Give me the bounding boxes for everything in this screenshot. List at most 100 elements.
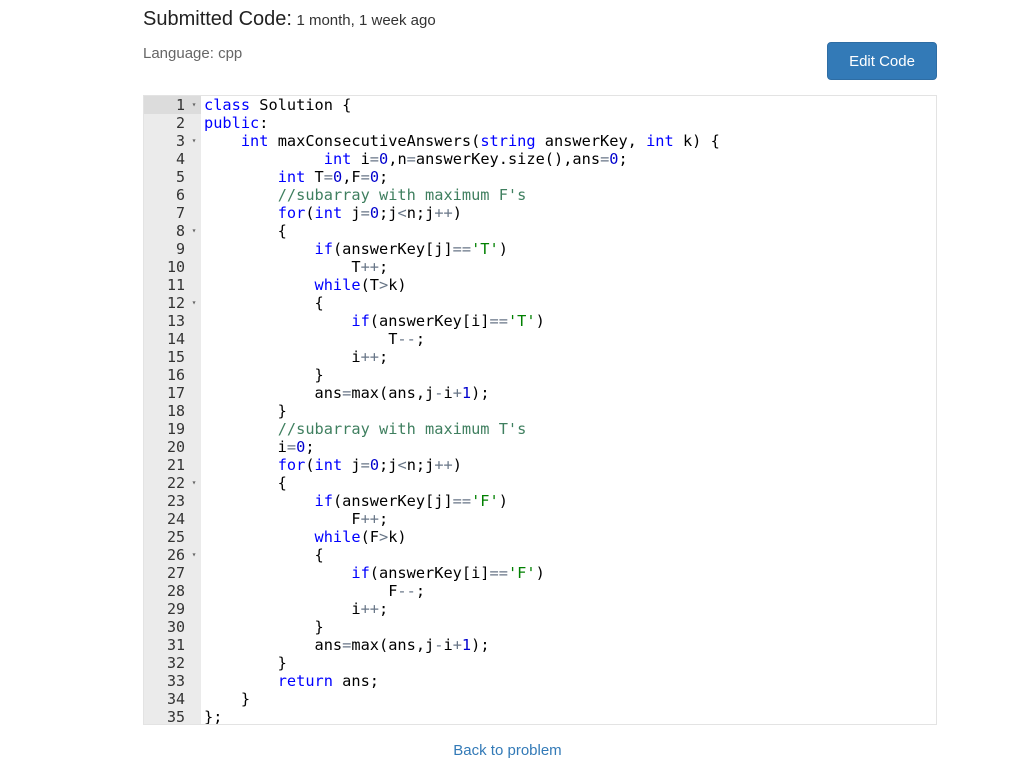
code-text: } — [204, 654, 287, 672]
line-number: 1 — [175, 96, 185, 114]
code-line: 26 ▾ { — [144, 546, 936, 564]
code-line: 5 int T=0,F=0; — [144, 168, 936, 186]
line-number: 23 — [166, 492, 185, 510]
code-line: 12 ▾ { — [144, 294, 936, 312]
fold-toggle-icon[interactable]: ▾ — [189, 546, 199, 564]
line-number: 25 — [166, 528, 185, 546]
code-line: 21 for(int j=0;j<n;j++) — [144, 456, 936, 474]
page-title: Submitted Code: — [143, 8, 292, 30]
line-number: 24 — [166, 510, 185, 528]
code-line: 23 if(answerKey[j]=='F') — [144, 492, 936, 510]
code-line: 31 ans=max(ans,j-i+1); — [144, 636, 936, 654]
code-line: 13 if(answerKey[i]=='T') — [144, 312, 936, 330]
line-number: 22 — [166, 474, 185, 492]
code-line: 30 } — [144, 618, 936, 636]
code-text: T++; — [204, 258, 389, 276]
line-number: 12 — [166, 294, 185, 312]
code-line: 7 for(int j=0;j<n;j++) — [144, 204, 936, 222]
code-text: for(int j=0;j<n;j++) — [277, 204, 462, 222]
code-text: //subarray with maximum F's — [277, 186, 527, 204]
line-number: 3 — [175, 132, 185, 150]
code-text: F--; — [204, 582, 426, 600]
code-line: 15 i++; — [144, 348, 936, 366]
line-number: 6 — [175, 186, 185, 204]
code-line: 8 ▾ { — [144, 222, 936, 240]
line-number: 31 — [166, 636, 185, 654]
code-text: } — [204, 618, 324, 636]
code-line: 27 if(answerKey[i]=='F') — [144, 564, 936, 582]
code-line: 16 } — [144, 366, 936, 384]
line-number: 34 — [166, 690, 185, 708]
fold-toggle-icon[interactable]: ▾ — [189, 132, 199, 150]
line-number: 10 — [166, 258, 185, 276]
code-text: { — [204, 546, 324, 564]
code-line: 4 int i=0,n=answerKey.size(),ans=0; — [144, 150, 936, 168]
code-line: 6 //subarray with maximum F's — [144, 186, 936, 204]
code-line: 24 F++; — [144, 510, 936, 528]
line-number: 32 — [166, 654, 185, 672]
line-number: 14 — [166, 330, 185, 348]
code-line: 35}; — [144, 708, 936, 725]
code-text: if(answerKey[j]=='F') — [314, 492, 508, 510]
line-number: 27 — [166, 564, 185, 582]
code-text: for(int j=0;j<n;j++) — [277, 456, 462, 474]
line-number: 8 — [175, 222, 185, 240]
code-text: } — [204, 402, 287, 420]
fold-toggle-icon[interactable]: ▾ — [189, 474, 199, 492]
code-line: 2 public: — [144, 114, 936, 132]
line-number: 26 — [166, 546, 185, 564]
code-line: 3 ▾ int maxConsecutiveAnswers(string answ… — [144, 132, 936, 150]
code-text: public: — [204, 114, 269, 132]
code-text: ans=max(ans,j-i+1); — [204, 384, 490, 402]
fold-toggle-icon[interactable]: ▾ — [189, 222, 199, 240]
code-line: 34 } — [144, 690, 936, 708]
back-link-container: Back to problem — [0, 742, 1015, 759]
line-number: 21 — [166, 456, 185, 474]
code-line: 29 i++; — [144, 600, 936, 618]
line-number: 33 — [166, 672, 185, 690]
line-number: 2 — [175, 114, 185, 132]
line-number: 18 — [166, 402, 185, 420]
code-text: } — [204, 690, 251, 708]
line-number: 17 — [166, 384, 185, 402]
code-line: 25 while(F>k) — [144, 528, 936, 546]
code-text: }; — [204, 708, 223, 725]
line-number: 20 — [166, 438, 185, 456]
code-text: if(answerKey[j]=='T') — [314, 240, 508, 258]
code-text: i=0; — [204, 438, 315, 456]
code-text: return ans; — [277, 672, 380, 690]
line-number: 30 — [166, 618, 185, 636]
code-editor[interactable]: 1 ▾ class Solution {2 public: 3 ▾ int maxCons… — [143, 95, 937, 725]
line-number: 28 — [166, 582, 185, 600]
code-text: ans=max(ans,j-i+1); — [204, 636, 490, 654]
code-line: 20 i=0; — [144, 438, 936, 456]
code-text: if(answerKey[i]=='T') — [351, 312, 545, 330]
code-line: 28 F--; — [144, 582, 936, 600]
code-text: int maxConsecutiveAnswers(string answerK… — [240, 132, 720, 150]
code-text: { — [204, 294, 324, 312]
edit-code-button[interactable]: Edit Code — [827, 42, 937, 80]
code-line: 22 ▾ { — [144, 474, 936, 492]
code-line: 9 if(answerKey[j]=='T') — [144, 240, 936, 258]
fold-toggle-icon[interactable]: ▾ — [189, 96, 199, 114]
code-text: int i=0,n=answerKey.size(),ans=0; — [323, 150, 628, 168]
code-text: } — [204, 366, 324, 384]
code-text: i++; — [204, 600, 389, 618]
fold-toggle-icon[interactable]: ▾ — [189, 294, 199, 312]
code-line: 17 ans=max(ans,j-i+1); — [144, 384, 936, 402]
code-line: 18 } — [144, 402, 936, 420]
code-text: F++; — [204, 510, 389, 528]
back-to-problem-link[interactable]: Back to problem — [453, 742, 561, 759]
code-text: while(F>k) — [314, 528, 407, 546]
line-number: 4 — [175, 150, 185, 168]
line-number: 35 — [166, 708, 185, 725]
line-number: 19 — [166, 420, 185, 438]
line-number: 29 — [166, 600, 185, 618]
line-number: 5 — [175, 168, 185, 186]
code-text: { — [204, 474, 287, 492]
code-text: class Solution { — [204, 96, 352, 114]
code-text: int T=0,F=0; — [277, 168, 389, 186]
line-number: 7 — [175, 204, 185, 222]
code-text: //subarray with maximum T's — [277, 420, 527, 438]
line-number: 15 — [166, 348, 185, 366]
